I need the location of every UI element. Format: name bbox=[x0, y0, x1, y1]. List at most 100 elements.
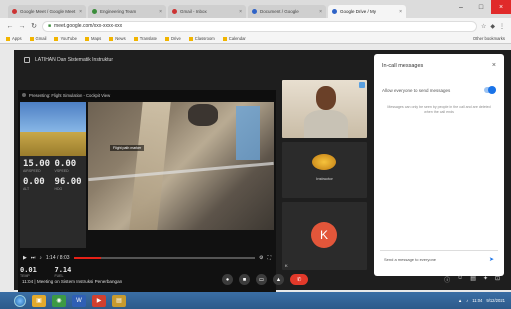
volume-icon[interactable]: ♪ bbox=[39, 255, 42, 261]
mail-icon bbox=[172, 9, 177, 14]
info-icon[interactable]: ⓘ bbox=[444, 275, 450, 284]
readout-value: 96.00 bbox=[54, 177, 82, 187]
taskbar-clock[interactable]: 11:04 bbox=[472, 298, 482, 303]
cockpit-pillar bbox=[129, 102, 171, 230]
fullscreen-icon[interactable]: ⛶ bbox=[267, 255, 271, 261]
video-time: 1:14 / 8:03 bbox=[45, 255, 70, 261]
send-icon[interactable]: ➤ bbox=[489, 256, 494, 263]
video-progress-bar[interactable] bbox=[73, 257, 255, 259]
overhead-object bbox=[188, 104, 218, 126]
menu-icon[interactable]: ⋮ bbox=[499, 23, 505, 30]
lock-settings-icon[interactable]: ⊡ bbox=[495, 275, 500, 284]
word-icon[interactable]: W bbox=[72, 294, 86, 307]
play-icon[interactable]: ▶ bbox=[23, 255, 27, 261]
bookmark[interactable]: Classroom bbox=[188, 36, 215, 41]
reload-icon[interactable]: ↻ bbox=[30, 22, 38, 30]
pin-icon[interactable] bbox=[359, 82, 365, 88]
bookmark[interactable]: Maps bbox=[84, 36, 101, 41]
bookmark-label: Calendar bbox=[228, 36, 246, 41]
bookmark[interactable]: Drive bbox=[165, 36, 181, 41]
bookmark-label: Other bookmarks bbox=[472, 36, 505, 41]
camera-icon[interactable]: ■ bbox=[239, 274, 250, 285]
chat-side-panel: In-call messages × Allow everyone to sen… bbox=[374, 54, 504, 276]
minimize-icon[interactable]: – bbox=[451, 0, 471, 14]
chat-input[interactable]: Send a message to everyone ➤ bbox=[380, 250, 498, 268]
browser-tab[interactable]: Document / Google × bbox=[248, 5, 326, 18]
tab-label: Engineering Team bbox=[100, 9, 137, 14]
close-tab-icon[interactable]: × bbox=[399, 9, 402, 15]
chrome-icon[interactable]: ◉ bbox=[52, 294, 66, 307]
close-tab-icon[interactable]: × bbox=[319, 9, 322, 15]
speaker-icon[interactable]: ♪ bbox=[466, 298, 468, 303]
window-controls: – □ × bbox=[451, 0, 511, 14]
bookmark[interactable]: Translate bbox=[133, 36, 157, 41]
participant-tile-logo[interactable]: Instructor bbox=[282, 142, 367, 198]
end-call-button[interactable]: ✆ bbox=[290, 274, 308, 285]
attitude-ground bbox=[20, 132, 86, 156]
presentation-area[interactable]: Presenting: Flight Simulation - Cockpit … bbox=[18, 90, 276, 300]
browser-tab[interactable]: Gmail - Inbox × bbox=[168, 5, 246, 18]
bookmark[interactable]: Gmail bbox=[29, 36, 47, 41]
readout: 96.00 HDG bbox=[55, 177, 84, 191]
other-bookmarks[interactable]: Other bookmarks bbox=[473, 36, 505, 41]
system-tray: ▲ ♪ 11:04 9/12/2021 bbox=[458, 298, 511, 303]
bookmark[interactable]: Calendar bbox=[222, 36, 246, 41]
readout-grid: 15.00 AIRSPEED 0.00 VSPEED 0.00 ALT 96.00 HD… bbox=[20, 156, 86, 194]
close-tab-icon[interactable]: × bbox=[159, 9, 162, 15]
maximize-icon[interactable]: □ bbox=[471, 0, 491, 14]
start-button[interactable] bbox=[14, 294, 26, 307]
bookmark[interactable]: Apps bbox=[6, 36, 22, 41]
close-window-icon[interactable]: × bbox=[491, 0, 511, 14]
bookmark[interactable]: News bbox=[109, 36, 126, 41]
browser-tab[interactable]: Google Meet / Google Meet × bbox=[8, 5, 86, 18]
meeting-toolbar: 11:04 | Meeting on Sistem Instruksi Pene… bbox=[14, 272, 511, 290]
folder-icon[interactable]: ▤ bbox=[112, 294, 126, 307]
close-tab-icon[interactable]: × bbox=[79, 9, 82, 15]
present-icon[interactable]: ▲ bbox=[273, 274, 284, 285]
organization-logo bbox=[312, 154, 336, 170]
participant-name: Instructor bbox=[316, 176, 333, 181]
participant-tile-avatar[interactable]: K K bbox=[282, 202, 367, 270]
people-icon[interactable]: ☺ bbox=[457, 275, 463, 284]
readout-label: HDG bbox=[54, 187, 63, 191]
readout: 0.00 ALT bbox=[23, 177, 52, 191]
bookmark-label: Drive bbox=[171, 36, 181, 41]
bookmark-label: Gmail bbox=[35, 36, 47, 41]
chat-input-placeholder: Send a message to everyone bbox=[384, 257, 437, 262]
meeting-info: 11:04 | Meeting on Sistem Instruksi Pene… bbox=[22, 278, 123, 284]
next-icon[interactable]: ⏭ bbox=[31, 255, 36, 261]
captions-icon[interactable]: ▭ bbox=[256, 274, 267, 285]
participant-video-head bbox=[316, 86, 336, 110]
close-icon[interactable]: × bbox=[492, 62, 496, 69]
url-text: meet.google.com/xxx-xxxx-xxx bbox=[54, 23, 123, 29]
folder-icon bbox=[165, 36, 169, 41]
media-icon[interactable]: ▶ bbox=[92, 294, 106, 307]
explorer-icon[interactable]: ▣ bbox=[32, 294, 46, 307]
taskbar-date[interactable]: 9/12/2021 bbox=[486, 298, 505, 303]
settings-icon[interactable]: ⚙ bbox=[259, 255, 263, 261]
bookmark-label: Translate bbox=[139, 36, 157, 41]
extensions-icon[interactable]: ◆ bbox=[490, 23, 495, 30]
participant-tile-camera[interactable] bbox=[282, 80, 367, 138]
allow-messages-toggle[interactable] bbox=[484, 86, 496, 94]
microphone-icon[interactable]: ● bbox=[222, 274, 233, 285]
video-progress-fill bbox=[73, 257, 101, 259]
network-icon[interactable]: ▲ bbox=[458, 298, 462, 303]
back-icon[interactable]: ← bbox=[6, 23, 14, 30]
bookmark-label: Classroom bbox=[194, 36, 215, 41]
chat-icon[interactable]: ▤ bbox=[470, 275, 476, 284]
browser-tab-active[interactable]: Google Drive / My × bbox=[328, 5, 406, 18]
side-panel-title: In-call messages bbox=[382, 62, 424, 69]
forward-icon[interactable]: → bbox=[18, 23, 26, 30]
browser-tab[interactable]: Engineering Team × bbox=[88, 5, 166, 18]
star-icon[interactable]: ☆ bbox=[481, 23, 486, 30]
readout-value: 15.00 bbox=[23, 159, 51, 169]
meeting-info-icon[interactable] bbox=[24, 57, 30, 63]
url-input[interactable]: ■ meet.google.com/xxx-xxxx-xxx bbox=[42, 20, 477, 32]
activities-icon[interactable]: ✦ bbox=[483, 275, 488, 284]
simulation-video[interactable]: Flight path marker bbox=[88, 102, 274, 230]
readout: 15.00 AIRSPEED bbox=[23, 159, 52, 173]
avatar: K bbox=[311, 222, 337, 248]
close-tab-icon[interactable]: × bbox=[239, 9, 242, 15]
bookmark[interactable]: YouTube bbox=[54, 36, 77, 41]
